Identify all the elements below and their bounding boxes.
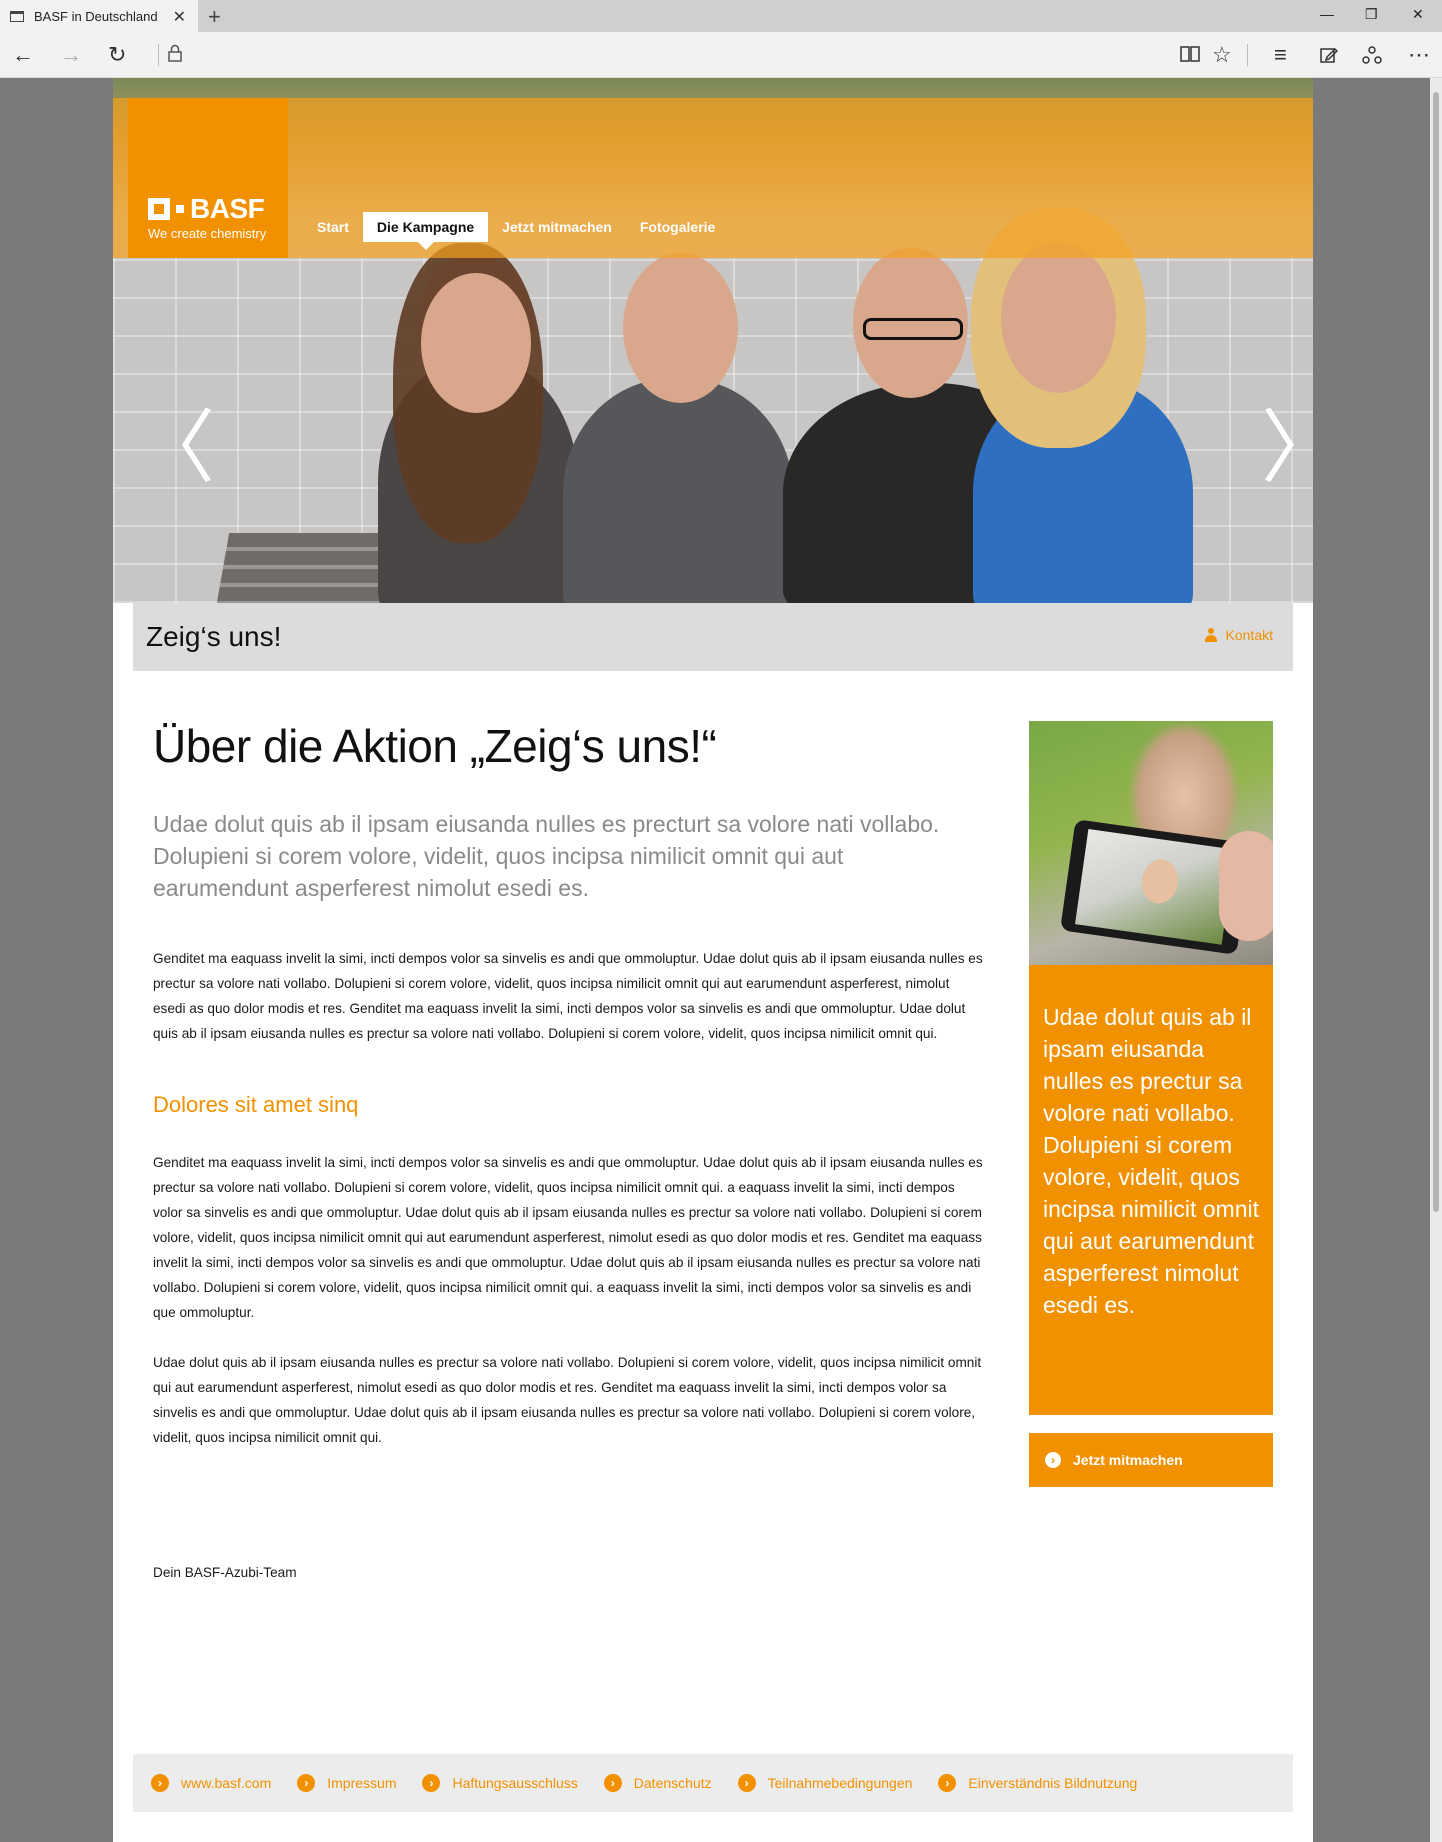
article-paragraph: Genditet ma eaquass invelit la simi, inc… [153,951,983,1041]
favorite-star-icon[interactable]: ☆ [1212,42,1232,68]
chevron-right-icon: › [422,1774,441,1792]
page-scrollbar[interactable] [1430,78,1442,1842]
selfie-photo [1029,721,1273,965]
person-graphic [563,378,793,603]
lock-icon[interactable] [168,44,182,71]
page-title: Zeig‘s uns! [146,621,282,652]
chevron-right-icon: › [151,1774,169,1792]
article-paragraph: Genditet ma eaquass invelit la simi, inc… [153,1155,983,1320]
restore-button[interactable]: ❐ [1365,6,1378,23]
footer-link-label: Datenschutz [633,1775,712,1791]
contact-link[interactable]: Kontakt [1204,627,1273,643]
new-tab-button[interactable]: + [208,4,221,30]
reading-view-icon[interactable] [1180,44,1200,70]
article-lead: Udae dolut quis ab il ipsam eiusanda nul… [153,811,940,901]
nav-start[interactable]: Start [303,212,363,242]
logo-text: BASF [190,193,265,224]
slider-next-arrow-icon[interactable]: 〉 [1261,408,1313,488]
jetzt-mitmachen-button[interactable]: › Jetzt mitmachen [1029,1433,1273,1487]
footer-link-datenschutz[interactable]: › Datenschutz [603,1774,712,1792]
close-tab-icon[interactable]: ✕ [173,7,186,27]
web-note-icon[interactable] [1320,44,1339,70]
sidebar-quote: Udae dolut quis ab il ipsam eiusanda nul… [1029,965,1273,1415]
sidebar: Udae dolut quis ab il ipsam eiusanda nul… [1029,721,1273,1487]
scrollbar-thumb[interactable] [1433,92,1439,1212]
page-titlebar: Zeig‘s uns! Kontakt [133,603,1293,671]
face-graphic [1001,243,1116,393]
nav-jetzt-mitmachen[interactable]: Jetzt mitmachen [488,212,626,242]
footer-link-label: www.basf.com [181,1775,272,1791]
slider-prev-arrow-icon[interactable]: 〈 [135,408,215,488]
minimize-button[interactable]: — [1320,6,1334,22]
footer-link-label: Einverständnis Bildnutzung [968,1775,1138,1791]
footer: › www.basf.com › Impressum › Haftungsaus… [133,1754,1293,1812]
phone-screen [1075,829,1235,945]
contact-label: Kontakt [1225,627,1273,643]
main-nav: Start Die Kampagne Jetzt mitmachen Fotog… [303,212,729,250]
footer-link-bildnutzung[interactable]: › Einverständnis Bildnutzung [938,1774,1137,1792]
footer-link-haftungsausschluss[interactable]: › Haftungsausschluss [422,1774,578,1792]
basf-logo[interactable]: BASF We create chemistry [128,98,288,258]
hub-icon[interactable]: ≡ [1274,42,1287,68]
tab-title: BASF in Deutschland [34,8,158,24]
back-arrow-icon[interactable]: ← [12,42,34,68]
footer-link-label: Impressum [327,1775,397,1791]
chevron-right-icon: › [938,1774,957,1792]
chevron-right-icon: › [297,1774,316,1792]
nav-fotogalerie[interactable]: Fotogalerie [626,212,729,242]
chevron-right-icon: › [1045,1452,1061,1468]
hero-slider: BASF We create chemistry Start Die Kampa… [113,78,1313,603]
article-heading: Über die Aktion „Zeig‘s uns!“ [153,720,717,772]
footer-link-teilnahmebedingungen[interactable]: › Teilnahmebedingungen [737,1774,913,1792]
article: Über die Aktion „Zeig‘s uns!“ Udae dolut… [153,718,983,1450]
browser-toolbar: ← → ↻ ☆ ≡ ⋯ [0,32,1442,78]
face-graphic [623,253,738,403]
cta-label: Jetzt mitmachen [1073,1452,1183,1468]
article-signoff: Dein BASF-Azubi-Team [153,1565,297,1580]
browser-tab[interactable]: BASF in Deutschland ✕ [0,0,198,32]
footer-link-label: Teilnahmebedingungen [767,1775,913,1791]
chevron-right-icon: › [603,1774,622,1792]
refresh-icon[interactable]: ↻ [108,42,126,68]
page-icon [10,10,24,22]
web-page: BASF We create chemistry Start Die Kampa… [113,78,1313,1842]
logo-tagline: We create chemistry [148,226,267,241]
tab-bar: BASF in Deutschland ✕ + — ❐ ✕ [0,0,1442,32]
face-graphic [1138,857,1181,906]
article-paragraph: Udae dolut quis ab il ipsam eiusanda nul… [153,1355,982,1445]
basf-square-icon [148,198,170,220]
chevron-right-icon: › [737,1774,756,1792]
footer-link-impressum[interactable]: › Impressum [297,1774,396,1792]
article-subheading: Dolores sit amet sinq [153,1092,359,1117]
basf-dot-icon [176,205,184,213]
forward-arrow-icon[interactable]: → [60,42,82,68]
footer-link-label: Haftungsausschluss [452,1775,578,1791]
nav-die-kampagne[interactable]: Die Kampagne [362,212,489,250]
glasses-graphic [863,318,963,340]
person-icon [1204,628,1218,642]
share-icon[interactable] [1362,44,1382,70]
hand-graphic [1219,831,1273,941]
more-icon[interactable]: ⋯ [1408,42,1430,68]
footer-link-basf[interactable]: › www.basf.com [151,1774,271,1792]
close-window-button[interactable]: ✕ [1412,6,1424,23]
face-graphic [421,273,531,413]
